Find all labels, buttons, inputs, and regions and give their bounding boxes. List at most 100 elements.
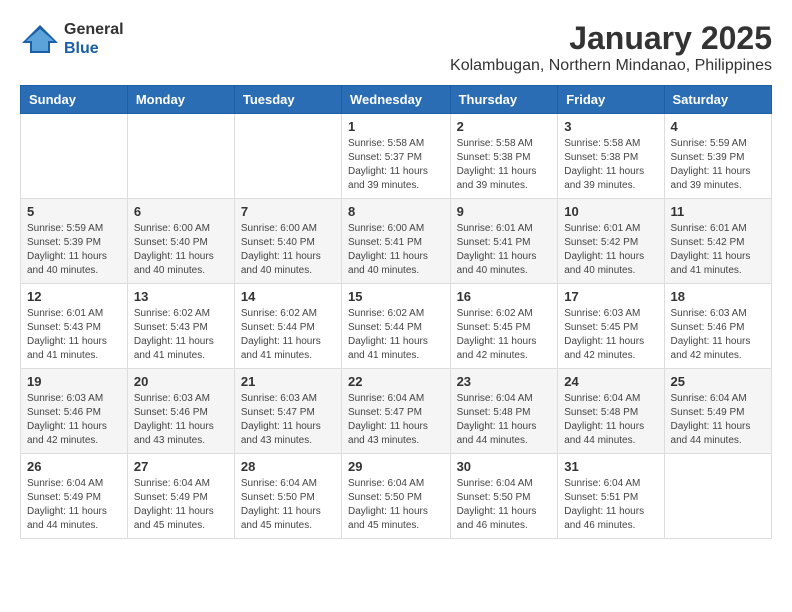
- day-number: 13: [134, 289, 228, 304]
- day-cell: 24 Sunrise: 6:04 AMSunset: 5:48 PMDayligh…: [558, 369, 664, 454]
- day-cell: 12Sunrise: 6:01 AMSunset: 5:43 PMDayligh…: [21, 284, 128, 369]
- day-info: Sunrise: 6:02 AMSunset: 5:44 PMDaylight:…: [348, 307, 444, 363]
- day-info: Sunrise: 6:02 AMSunset: 5:43 PMDaylight:…: [134, 307, 228, 363]
- day-cell: 11Sunrise: 6:01 AMSunset: 5:42 PMDayligh…: [664, 199, 771, 284]
- day-cell: 7 Sunrise: 6:00 AMSunset: 5:40 PMDaylight…: [234, 199, 341, 284]
- day-cell: 9Sunrise: 6:01 AMSunset: 5:41 PMDaylight…: [450, 199, 558, 284]
- calendar-header: SundayMondayTuesdayWednesdayThursdayFrid…: [21, 86, 772, 114]
- day-number: 7: [241, 204, 335, 219]
- day-info: Sunrise: 5:59 AMSunset: 5:39 PMDaylight:…: [671, 137, 765, 193]
- logo-blue: Blue: [64, 39, 124, 58]
- day-number: 18: [671, 289, 765, 304]
- day-number: 28: [241, 459, 335, 474]
- day-cell: 20 Sunrise: 6:03 AMSunset: 5:46 PMDayligh…: [127, 369, 234, 454]
- day-cell: 22Sunrise: 6:04 AMSunset: 5:47 PMDayligh…: [342, 369, 451, 454]
- day-cell: [664, 454, 771, 539]
- day-cell: 18Sunrise: 6:03 AMSunset: 5:46 PMDayligh…: [664, 284, 771, 369]
- day-number: 10: [564, 204, 657, 219]
- page-header: General Blue January 2025 Kolambugan, No…: [20, 20, 772, 75]
- day-cell: 1 Sunrise: 5:58 AMSunset: 5:37 PMDaylight…: [342, 114, 451, 199]
- day-info: Sunrise: 6:04 AMSunset: 5:47 PMDaylight:…: [348, 392, 444, 448]
- day-number: 3: [564, 119, 657, 134]
- day-cell: 6 Sunrise: 6:00 AMSunset: 5:40 PMDaylight…: [127, 199, 234, 284]
- day-cell: 4 Sunrise: 5:59 AMSunset: 5:39 PMDaylight…: [664, 114, 771, 199]
- day-info: Sunrise: 6:04 AMSunset: 5:48 PMDaylight:…: [564, 392, 657, 448]
- day-info: Sunrise: 5:58 AMSunset: 5:38 PMDaylight:…: [457, 137, 552, 193]
- day-info: Sunrise: 6:04 AMSunset: 5:50 PMDaylight:…: [457, 477, 552, 533]
- day-number: 24: [564, 374, 657, 389]
- day-cell: 29 Sunrise: 6:04 AMSunset: 5:50 PMDayligh…: [342, 454, 451, 539]
- day-info: Sunrise: 6:04 AMSunset: 5:50 PMDaylight:…: [348, 477, 444, 533]
- day-cell: 27 Sunrise: 6:04 AMSunset: 5:49 PMDayligh…: [127, 454, 234, 539]
- day-number: 26: [27, 459, 121, 474]
- day-header-sunday: Sunday: [21, 86, 128, 114]
- day-number: 1: [348, 119, 444, 134]
- day-number: 16: [457, 289, 552, 304]
- day-info: Sunrise: 6:01 AMSunset: 5:43 PMDaylight:…: [27, 307, 121, 363]
- logo: General Blue: [20, 20, 124, 58]
- calendar-body: 1 Sunrise: 5:58 AMSunset: 5:37 PMDaylight…: [21, 114, 772, 539]
- day-cell: 16 Sunrise: 6:02 AMSunset: 5:45 PMDayligh…: [450, 284, 558, 369]
- day-number: 21: [241, 374, 335, 389]
- day-header-tuesday: Tuesday: [234, 86, 341, 114]
- day-cell: 31Sunrise: 6:04 AMSunset: 5:51 PMDayligh…: [558, 454, 664, 539]
- day-cell: 17 Sunrise: 6:03 AMSunset: 5:45 PMDayligh…: [558, 284, 664, 369]
- day-cell: 3Sunrise: 5:58 AMSunset: 5:38 PMDaylight…: [558, 114, 664, 199]
- logo-text: General Blue: [64, 20, 124, 58]
- day-info: Sunrise: 6:01 AMSunset: 5:42 PMDaylight:…: [564, 222, 657, 278]
- week-row-4: 19 Sunrise: 6:03 AMSunset: 5:46 PMDayligh…: [21, 369, 772, 454]
- day-info: Sunrise: 6:04 AMSunset: 5:49 PMDaylight:…: [134, 477, 228, 533]
- day-cell: 30 Sunrise: 6:04 AMSunset: 5:50 PMDayligh…: [450, 454, 558, 539]
- day-cell: 13 Sunrise: 6:02 AMSunset: 5:43 PMDayligh…: [127, 284, 234, 369]
- day-info: Sunrise: 6:01 AMSunset: 5:41 PMDaylight:…: [457, 222, 552, 278]
- day-info: Sunrise: 6:03 AMSunset: 5:45 PMDaylight:…: [564, 307, 657, 363]
- day-cell: 23 Sunrise: 6:04 AMSunset: 5:48 PMDayligh…: [450, 369, 558, 454]
- day-number: 25: [671, 374, 765, 389]
- day-info: Sunrise: 6:04 AMSunset: 5:51 PMDaylight:…: [564, 477, 657, 533]
- day-cell: 14Sunrise: 6:02 AMSunset: 5:44 PMDayligh…: [234, 284, 341, 369]
- day-cell: 21Sunrise: 6:03 AMSunset: 5:47 PMDayligh…: [234, 369, 341, 454]
- day-info: Sunrise: 6:04 AMSunset: 5:49 PMDaylight:…: [27, 477, 121, 533]
- day-cell: 26 Sunrise: 6:04 AMSunset: 5:49 PMDayligh…: [21, 454, 128, 539]
- day-header-wednesday: Wednesday: [342, 86, 451, 114]
- day-cell: 25Sunrise: 6:04 AMSunset: 5:49 PMDayligh…: [664, 369, 771, 454]
- day-number: 23: [457, 374, 552, 389]
- day-number: 11: [671, 204, 765, 219]
- day-number: 8: [348, 204, 444, 219]
- day-number: 5: [27, 204, 121, 219]
- day-info: Sunrise: 6:00 AMSunset: 5:40 PMDaylight:…: [134, 222, 228, 278]
- day-number: 17: [564, 289, 657, 304]
- day-cell: 2Sunrise: 5:58 AMSunset: 5:38 PMDaylight…: [450, 114, 558, 199]
- day-info: Sunrise: 5:59 AMSunset: 5:39 PMDaylight:…: [27, 222, 121, 278]
- logo-icon: [20, 25, 60, 53]
- day-cell: 5 Sunrise: 5:59 AMSunset: 5:39 PMDaylight…: [21, 199, 128, 284]
- day-header-friday: Friday: [558, 86, 664, 114]
- day-number: 27: [134, 459, 228, 474]
- day-number: 20: [134, 374, 228, 389]
- day-cell: 8 Sunrise: 6:00 AMSunset: 5:41 PMDaylight…: [342, 199, 451, 284]
- day-cell: [21, 114, 128, 199]
- day-number: 19: [27, 374, 121, 389]
- day-info: Sunrise: 6:03 AMSunset: 5:46 PMDaylight:…: [134, 392, 228, 448]
- day-number: 29: [348, 459, 444, 474]
- day-cell: [127, 114, 234, 199]
- page-subtitle: Kolambugan, Northern Mindanao, Philippin…: [450, 57, 772, 75]
- week-row-1: 1 Sunrise: 5:58 AMSunset: 5:37 PMDaylight…: [21, 114, 772, 199]
- day-number: 30: [457, 459, 552, 474]
- day-number: 6: [134, 204, 228, 219]
- week-row-2: 5 Sunrise: 5:59 AMSunset: 5:39 PMDaylight…: [21, 199, 772, 284]
- day-info: Sunrise: 6:00 AMSunset: 5:40 PMDaylight:…: [241, 222, 335, 278]
- day-number: 4: [671, 119, 765, 134]
- page-title: January 2025: [450, 20, 772, 57]
- day-info: Sunrise: 6:02 AMSunset: 5:45 PMDaylight:…: [457, 307, 552, 363]
- calendar-table: SundayMondayTuesdayWednesdayThursdayFrid…: [20, 85, 772, 539]
- day-info: Sunrise: 6:04 AMSunset: 5:48 PMDaylight:…: [457, 392, 552, 448]
- day-info: Sunrise: 6:00 AMSunset: 5:41 PMDaylight:…: [348, 222, 444, 278]
- day-cell: [234, 114, 341, 199]
- header-row: SundayMondayTuesdayWednesdayThursdayFrid…: [21, 86, 772, 114]
- day-info: Sunrise: 5:58 AMSunset: 5:37 PMDaylight:…: [348, 137, 444, 193]
- day-header-saturday: Saturday: [664, 86, 771, 114]
- day-number: 15: [348, 289, 444, 304]
- day-cell: 28 Sunrise: 6:04 AMSunset: 5:50 PMDayligh…: [234, 454, 341, 539]
- day-info: Sunrise: 6:04 AMSunset: 5:50 PMDaylight:…: [241, 477, 335, 533]
